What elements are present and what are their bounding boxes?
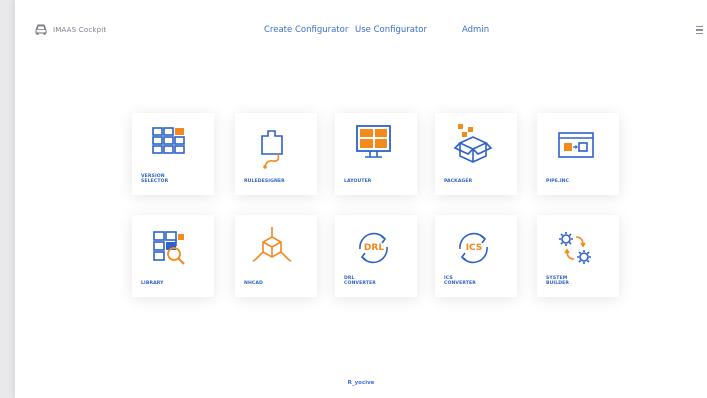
tile-version-selector[interactable]: VERSION SELECTOR [132,113,214,195]
tile-packager[interactable]: PACKAGER [435,113,517,195]
tile-ics-converter[interactable]: ICS ICS CONVERTER [435,215,517,297]
nav-admin[interactable]: Admin [462,25,489,35]
brand[interactable]: IMAAS Cockpit [35,24,106,35]
footer-text: R_yocive [347,380,375,386]
tile-label: ICS CONVERTER [444,275,476,287]
tile-drl-converter[interactable]: DRL DRL CONVERTER [335,215,417,297]
tile-layouter[interactable]: LAYOUTER [335,113,417,195]
tile-ruledesigner[interactable]: RULEDESIGNER [235,113,317,195]
tile-label: VERSION SELECTOR [141,173,169,185]
top-bar: IMAAS Cockpit Create Configurator Use Co… [15,0,707,60]
tile-label: PACKAGER [444,179,473,185]
tile-label: DRL CONVERTER [344,275,376,287]
brand-label: IMAAS Cockpit [53,25,107,34]
hamburger-menu-icon[interactable] [696,24,703,36]
car-logo-icon [35,24,47,35]
tile-pipe-inc[interactable]: PIPE.INC [537,113,619,195]
tile-label: LIBRARY [141,281,164,287]
app-window: IMAAS Cockpit Create Configurator Use Co… [15,0,707,398]
tile-label: RULEDESIGNER [244,179,285,185]
tile-label: SYSTEM BUILDER [546,275,570,287]
tile-label: NHCAD [244,281,263,287]
tile-label: LAYOUTER [344,179,372,185]
drl-badge: DRL [364,243,384,253]
tile-label: PIPE.INC [546,179,570,185]
nav-create-configurator[interactable]: Create Configurator [264,25,348,35]
tile-system-builder[interactable]: SYSTEM BUILDER [537,215,619,297]
tile-library[interactable]: LIBRARY [132,215,214,297]
tile-nhcad[interactable]: NHCAD [235,215,317,297]
nav-use-configurator[interactable]: Use Configurator [355,25,427,35]
ics-badge: ICS [466,243,483,253]
